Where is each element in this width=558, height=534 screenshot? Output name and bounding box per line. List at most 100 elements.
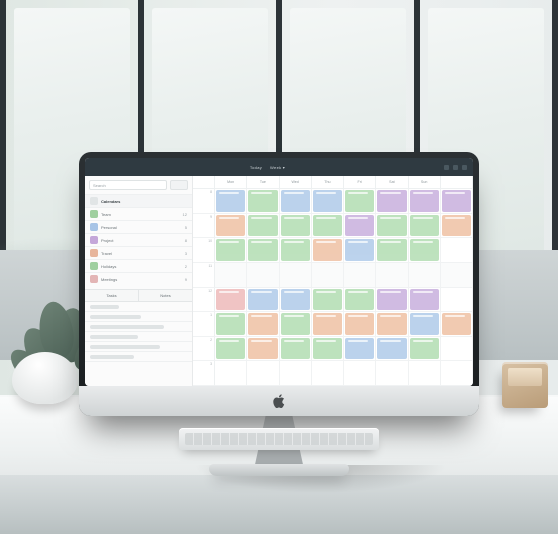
tab-tasks[interactable]: Tasks	[85, 290, 139, 301]
calendar-event[interactable]	[248, 313, 277, 335]
sidebar-item-project[interactable]: Project8	[85, 233, 192, 246]
calendar-cell[interactable]	[441, 288, 473, 313]
day-header-cell[interactable]: Thu	[312, 176, 344, 188]
calendar-cell[interactable]	[409, 214, 441, 239]
calendar-cell[interactable]	[280, 238, 312, 263]
calendar-cell[interactable]	[344, 263, 376, 288]
calendar-cell[interactable]	[312, 189, 344, 214]
calendar-event[interactable]	[410, 190, 439, 212]
calendar-event[interactable]	[248, 239, 277, 261]
calendar-cell[interactable]	[312, 312, 344, 337]
calendar-cell[interactable]	[344, 238, 376, 263]
calendar-cell[interactable]	[441, 312, 473, 337]
list-item[interactable]	[85, 312, 192, 322]
calendar-cell[interactable]	[409, 263, 441, 288]
calendar-cell[interactable]	[376, 263, 408, 288]
calendar-event[interactable]	[313, 239, 342, 261]
calendar-cell[interactable]	[409, 312, 441, 337]
day-header-cell[interactable]: Mon	[215, 176, 247, 188]
calendar-cell[interactable]	[247, 361, 279, 386]
calendar-cell[interactable]	[409, 189, 441, 214]
search-button[interactable]	[170, 180, 188, 190]
calendar-cell[interactable]	[441, 337, 473, 362]
calendar-cell[interactable]	[441, 214, 473, 239]
calendar-cell[interactable]	[409, 337, 441, 362]
calendar-cell[interactable]	[215, 312, 247, 337]
calendar-event[interactable]	[248, 338, 277, 360]
list-item[interactable]	[85, 342, 192, 352]
calendar-cell[interactable]	[376, 189, 408, 214]
grid-icon[interactable]	[453, 165, 458, 170]
day-header-cell[interactable]: Sat	[376, 176, 408, 188]
calendar-cell[interactable]	[215, 361, 247, 386]
calendar-event[interactable]	[281, 190, 310, 212]
calendar-event[interactable]	[313, 338, 342, 360]
calendar-cell[interactable]	[312, 337, 344, 362]
calendar-cell[interactable]	[280, 361, 312, 386]
calendar-event[interactable]	[410, 313, 439, 335]
calendar-cell[interactable]	[376, 214, 408, 239]
calendar-event[interactable]	[248, 215, 277, 237]
calendar-cell[interactable]	[247, 312, 279, 337]
calendar-cell[interactable]	[344, 214, 376, 239]
calendar-cell[interactable]	[344, 288, 376, 313]
calendar-event[interactable]	[216, 215, 245, 237]
calendar-event[interactable]	[216, 338, 245, 360]
calendar-cell[interactable]	[312, 288, 344, 313]
calendar-cell[interactable]	[215, 263, 247, 288]
calendar-event[interactable]	[216, 239, 245, 261]
calendar-cell[interactable]	[312, 361, 344, 386]
calendar-event[interactable]	[313, 215, 342, 237]
calendar-event[interactable]	[216, 190, 245, 212]
calendar-event[interactable]	[345, 338, 374, 360]
calendar-event[interactable]	[442, 215, 471, 237]
calendar-cell[interactable]	[215, 337, 247, 362]
nav-today[interactable]: Today	[250, 165, 262, 170]
calendar-event[interactable]	[345, 215, 374, 237]
sidebar-item-team[interactable]: Team12	[85, 207, 192, 220]
calendar-event[interactable]	[377, 338, 406, 360]
calendar-event[interactable]	[345, 239, 374, 261]
calendar-cell[interactable]	[441, 238, 473, 263]
bell-icon[interactable]	[444, 165, 449, 170]
day-header-cell[interactable]: Fri	[344, 176, 376, 188]
calendar-event[interactable]	[442, 190, 471, 212]
calendar-event[interactable]	[281, 215, 310, 237]
sidebar-item-holidays[interactable]: Holidays2	[85, 259, 192, 272]
calendar-event[interactable]	[313, 313, 342, 335]
calendar-event[interactable]	[345, 289, 374, 311]
calendar-event[interactable]	[410, 239, 439, 261]
calendar-cell[interactable]	[376, 312, 408, 337]
search-input[interactable]: Search	[89, 180, 167, 190]
user-icon[interactable]	[462, 165, 467, 170]
calendar-cell[interactable]	[441, 263, 473, 288]
calendar-grid[interactable]	[215, 189, 473, 386]
calendar-cell[interactable]	[247, 189, 279, 214]
calendar-cell[interactable]	[344, 361, 376, 386]
calendar-event[interactable]	[410, 338, 439, 360]
calendar-event[interactable]	[248, 289, 277, 311]
tab-notes[interactable]: Notes	[139, 290, 192, 301]
nav-view[interactable]: Week ▾	[270, 165, 285, 170]
day-header-cell[interactable]: Tue	[247, 176, 279, 188]
calendar-cell[interactable]	[312, 263, 344, 288]
calendar-cell[interactable]	[247, 238, 279, 263]
calendar-cell[interactable]	[215, 238, 247, 263]
day-header-cell[interactable]: Sun	[409, 176, 441, 188]
calendar-cell[interactable]	[280, 288, 312, 313]
calendar-event[interactable]	[345, 313, 374, 335]
list-item[interactable]	[85, 352, 192, 362]
calendar-event[interactable]	[313, 289, 342, 311]
sidebar-item-personal[interactable]: Personal5	[85, 220, 192, 233]
calendar-event[interactable]	[410, 289, 439, 311]
calendar-cell[interactable]	[376, 337, 408, 362]
calendar-event[interactable]	[281, 313, 310, 335]
calendar-cell[interactable]	[441, 361, 473, 386]
calendar-event[interactable]	[377, 289, 406, 311]
calendar-cell[interactable]	[215, 189, 247, 214]
calendar-event[interactable]	[248, 190, 277, 212]
calendar-cell[interactable]	[280, 189, 312, 214]
sidebar-section-calendars[interactable]: Calendars	[85, 194, 192, 207]
calendar-cell[interactable]	[247, 214, 279, 239]
calendar-event[interactable]	[345, 190, 374, 212]
